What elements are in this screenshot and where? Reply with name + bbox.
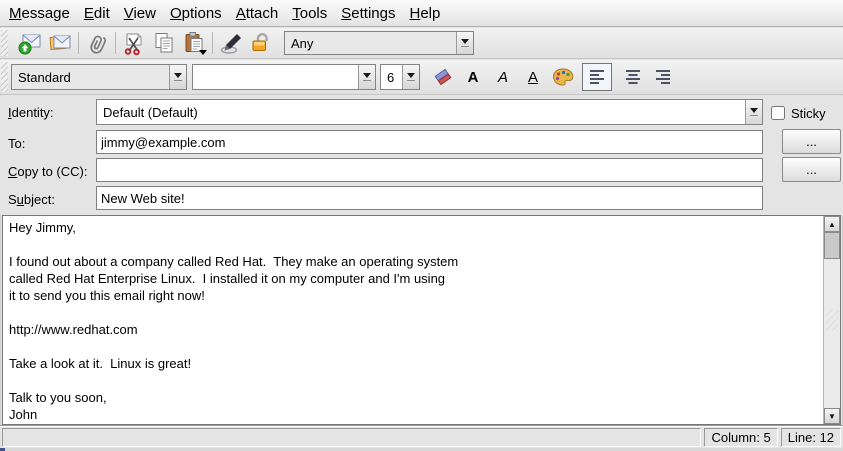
- paste-button[interactable]: [179, 29, 209, 57]
- toolbar-drag-handle[interactable]: [1, 62, 8, 92]
- identity-select[interactable]: Default (Default): [96, 99, 763, 125]
- sign-message-button[interactable]: [216, 29, 246, 57]
- queue-mail-icon: [47, 30, 73, 56]
- menu-settings[interactable]: Settings: [334, 2, 402, 25]
- message-body-text[interactable]: Hey Jimmy, I found out about a company c…: [3, 216, 823, 424]
- scroll-down-button[interactable]: ▼: [824, 408, 840, 424]
- to-input[interactable]: [96, 130, 763, 154]
- format-toolbar: Standard 6: [0, 60, 843, 95]
- attach-file-button[interactable]: [82, 29, 112, 57]
- font-family-select[interactable]: [192, 64, 376, 90]
- underline-button[interactable]: A: [518, 63, 548, 91]
- cc-addressbook-button[interactable]: ...: [782, 157, 841, 182]
- italic-button[interactable]: A: [488, 63, 518, 91]
- sticky-label: Sticky: [791, 106, 826, 121]
- status-message-panel: [2, 428, 701, 447]
- chevron-down-icon: [750, 108, 758, 113]
- to-addressbook-button[interactable]: ...: [782, 129, 841, 154]
- chevron-down-icon: [461, 39, 469, 44]
- align-right-button[interactable]: [648, 63, 678, 91]
- identity-value: Default (Default): [97, 100, 745, 124]
- menu-view[interactable]: View: [117, 2, 163, 25]
- attach-file-icon: [84, 30, 110, 56]
- paragraph-style-select[interactable]: Standard: [11, 64, 187, 90]
- chevron-down-icon: [174, 73, 182, 78]
- chevron-down-icon: [407, 73, 415, 78]
- identity-label: Identity:: [8, 99, 54, 125]
- encrypt-message-icon: [248, 30, 274, 56]
- font-size-select[interactable]: 6: [380, 64, 420, 90]
- status-column-indicator: Column: 5: [704, 428, 777, 447]
- paste-dropdown-arrow-icon: [199, 50, 207, 55]
- menu-bar: Message Edit View Options Attach Tools S…: [0, 0, 843, 27]
- subject-input[interactable]: [96, 186, 763, 210]
- bold-button[interactable]: A: [458, 63, 488, 91]
- paragraph-style-dropdown-button[interactable]: [169, 65, 186, 89]
- font-size-dropdown-button[interactable]: [402, 65, 419, 89]
- copy-icon: [151, 30, 177, 56]
- crypto-format-select[interactable]: Any: [284, 31, 474, 55]
- mail-composer-window: Message Edit View Options Attach Tools S…: [0, 0, 843, 451]
- message-body-editor[interactable]: Hey Jimmy, I found out about a company c…: [2, 215, 841, 425]
- eraser-icon: [431, 65, 455, 89]
- scrollbar-thumb[interactable]: [824, 232, 840, 259]
- to-label: To:: [8, 130, 25, 156]
- text-color-button[interactable]: [548, 63, 578, 91]
- menu-edit[interactable]: Edit: [77, 2, 117, 25]
- vertical-scrollbar[interactable]: ▲ ▼: [823, 216, 840, 424]
- underline-icon: A: [528, 69, 538, 86]
- align-left-icon: [586, 66, 608, 88]
- align-center-button[interactable]: [618, 63, 648, 91]
- toolbar-separator: [115, 32, 116, 54]
- identity-dropdown-button[interactable]: [745, 100, 762, 124]
- arrow-up-icon: ▲: [828, 220, 836, 229]
- sticky-checkbox-group: Sticky: [771, 100, 826, 126]
- menu-help[interactable]: Help: [402, 2, 447, 25]
- subject-label: Subject:: [8, 186, 55, 212]
- cut-icon: [121, 30, 147, 56]
- chevron-down-icon: [363, 73, 371, 78]
- send-mail-icon: [17, 30, 43, 56]
- paragraph-style-value: Standard: [12, 65, 169, 89]
- scroll-up-button[interactable]: ▲: [824, 216, 840, 232]
- cc-label: Copy to (CC):: [8, 158, 87, 184]
- font-family-value: [193, 65, 358, 89]
- scrollbar-grip-texture: [825, 309, 839, 331]
- arrow-down-icon: ▼: [828, 412, 836, 421]
- send-mail-button[interactable]: [15, 29, 45, 57]
- font-family-dropdown-button[interactable]: [358, 65, 375, 89]
- menu-attach[interactable]: Attach: [229, 2, 286, 25]
- toolbar-drag-handle[interactable]: [1, 30, 8, 56]
- font-size-value: 6: [381, 65, 402, 89]
- italic-icon: A: [498, 69, 508, 86]
- cc-input[interactable]: [96, 158, 763, 182]
- align-left-button[interactable]: [582, 63, 612, 91]
- menu-message[interactable]: Message: [2, 2, 77, 25]
- toolbar-separator: [212, 32, 213, 54]
- copy-button[interactable]: [149, 29, 179, 57]
- align-right-icon: [652, 66, 674, 88]
- crypto-format-value: Any: [285, 32, 456, 54]
- remove-formatting-button[interactable]: [428, 63, 458, 91]
- align-center-icon: [622, 66, 644, 88]
- menu-options[interactable]: Options: [163, 2, 229, 25]
- sticky-checkbox[interactable]: [771, 106, 785, 120]
- cut-button[interactable]: [119, 29, 149, 57]
- header-form: Identity: Default (Default) Sticky To: .…: [0, 96, 843, 215]
- toolbar-separator: [78, 32, 79, 54]
- sign-message-icon: [218, 30, 244, 56]
- text-color-palette-icon: [550, 64, 576, 90]
- queue-mail-button[interactable]: [45, 29, 75, 57]
- menu-tools[interactable]: Tools: [285, 2, 334, 25]
- bold-icon: A: [468, 69, 479, 86]
- status-bar: Column: 5 Line: 12: [0, 427, 843, 448]
- crypto-format-dropdown-button[interactable]: [456, 32, 473, 54]
- encrypt-message-button[interactable]: [246, 29, 276, 57]
- main-toolbar: Any: [0, 28, 843, 59]
- status-line-indicator: Line: 12: [781, 428, 841, 447]
